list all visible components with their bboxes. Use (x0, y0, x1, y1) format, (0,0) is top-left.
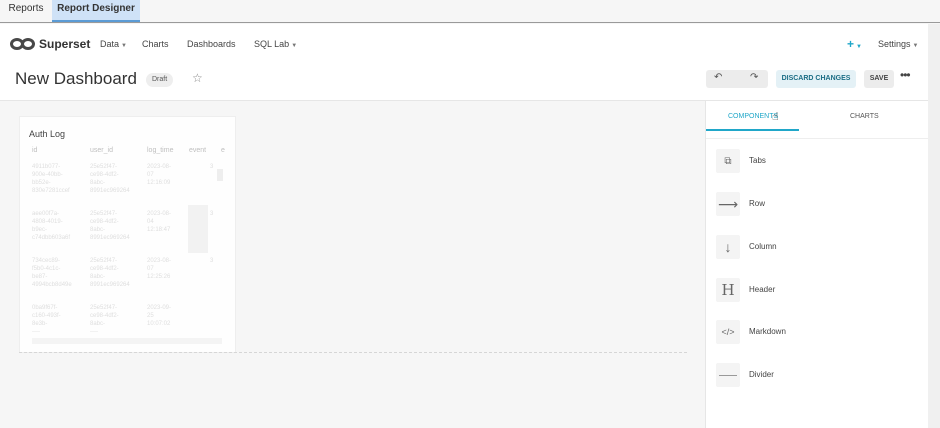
component-label: Row (749, 199, 766, 208)
window-gutter (928, 24, 940, 428)
app-tab-strip: Reports Report Designer (0, 0, 940, 23)
settings-label: Settings (878, 39, 911, 49)
nav-sql-lab-label: SQL Lab (254, 39, 290, 49)
header-h-icon: H (716, 278, 740, 302)
table-cell: 2023-09- 25 10:07:02 (147, 305, 172, 327)
component-tabs[interactable]: ⧉ Tabs (716, 144, 916, 180)
tab-components[interactable]: COMPONENTS (728, 113, 778, 120)
dashboard-title[interactable]: New Dashboard (15, 69, 137, 89)
brand-name: Superset (39, 37, 91, 51)
nav-data[interactable]: Data ▼ (100, 39, 127, 49)
component-column[interactable]: ↓ Column (716, 230, 916, 266)
component-label: Header (749, 285, 776, 294)
tab-reports[interactable]: Reports (0, 0, 52, 22)
table-cell: 2023-08- 07 12:16:09 (147, 164, 172, 186)
component-divider[interactable]: Divider (716, 358, 916, 394)
tab-report-designer[interactable]: Report Designer (52, 0, 140, 22)
chart-title: Auth Log (29, 129, 66, 139)
table-cell: aee00f7a- 4808-4019- b9ec- c74dbb603a6f (32, 211, 71, 241)
code-icon: </> (716, 320, 740, 344)
nav-charts-label: Charts (142, 39, 169, 49)
superset-logo[interactable]: Superset (10, 36, 90, 52)
table-cell: 25e52f47- ce98-4df2- 8abc- ---- (90, 305, 119, 335)
table-cell: 0ba9f67f- c160-493f- 8e3b- ---- (32, 305, 61, 335)
side-panel-tabs: COMPONENTS CHARTS ☝ (706, 101, 929, 139)
active-tab-indicator (706, 129, 799, 131)
table-cell: 2023-08- 07 12:25:26 (147, 258, 172, 280)
component-label: Tabs (749, 156, 766, 165)
column-header-id[interactable]: id (32, 147, 37, 154)
table-cell: 2023-08- 04 12:18:47 (147, 211, 172, 233)
table-cell: 734cec89- f5b0-4c1c- be87- 4994bcb8d49e (32, 258, 72, 288)
component-row[interactable]: ⟶ Row (716, 187, 916, 223)
table-cell: 25e52f47- ce98-4df2- 8abc- 8991ec969264 (90, 258, 130, 288)
chevron-down-icon: ▼ (121, 43, 127, 49)
table-cell: 25e52f47- ce98-4df2- 8abc- 8991ec969264 (90, 164, 130, 194)
builder-side-panel: COMPONENTS CHARTS ☝ ⧉ Tabs ⟶ Row ↓ Colum… (705, 101, 929, 428)
tab-charts[interactable]: CHARTS (850, 113, 879, 120)
column-header-e[interactable]: e (221, 147, 225, 154)
chevron-down-icon: ▼ (856, 44, 862, 50)
component-label: Divider (749, 370, 774, 379)
divider-icon (716, 363, 740, 387)
row-arrow-icon: ⟶ (716, 192, 740, 216)
component-label: Column (749, 242, 777, 251)
column-header-log-time[interactable]: log_time (147, 147, 173, 154)
nav-sql-lab[interactable]: SQL Lab ▼ (254, 39, 297, 49)
chart-card-auth-log[interactable]: Auth Log id user_id log_time event e 491… (19, 116, 236, 353)
component-label: Markdown (749, 327, 786, 336)
component-header[interactable]: H Header (716, 273, 916, 309)
column-header-user-id[interactable]: user_id (90, 147, 113, 154)
nav-dashboards-label: Dashboards (187, 39, 236, 49)
nav-dashboards[interactable]: Dashboards (187, 39, 236, 49)
nav-data-label: Data (100, 39, 120, 49)
vertical-scrollbar[interactable] (217, 169, 223, 181)
star-icon[interactable]: ☆ (192, 71, 203, 85)
plus-icon: + (847, 37, 855, 51)
drop-indicator (19, 352, 687, 353)
pointer-cursor-icon: ☝ (772, 111, 779, 123)
chevron-down-icon: ▼ (912, 43, 919, 49)
dashboard-header: Superset Data ▼ Charts Dashboards SQL Lab… (0, 24, 928, 101)
save-button[interactable]: SAVE (864, 70, 894, 88)
table-cell: 4911b077- 900e-40bb- bb52e- 830e7281ccef (32, 164, 70, 194)
redo-icon[interactable]: ↷ (750, 72, 758, 83)
tabs-icon: ⧉ (716, 149, 740, 173)
table-cell: 3 (210, 164, 214, 170)
more-options-icon[interactable]: ••• (900, 68, 911, 82)
undo-redo-group: ↶ ↷ (706, 70, 768, 88)
new-item-button[interactable]: + ▼ (847, 37, 862, 51)
settings-menu[interactable]: Settings ▼ (878, 39, 918, 49)
chevron-down-icon: ▼ (291, 43, 298, 49)
column-header-event[interactable]: event (189, 147, 206, 154)
table-cell: 25e52f47- ce98-4df2- 8abc- 8991ec969264 (90, 211, 130, 241)
table-cell: 3 (210, 258, 214, 264)
superset-logo-icon (10, 38, 36, 50)
component-markdown[interactable]: </> Markdown (716, 315, 916, 351)
discard-changes-button[interactable]: DISCARD CHANGES (776, 70, 856, 88)
event-column-bar (188, 205, 208, 253)
draft-badge: Draft (146, 73, 174, 87)
table-cell: 3 (210, 211, 214, 217)
dashboard-canvas: Auth Log id user_id log_time event e 491… (0, 101, 705, 428)
nav-charts[interactable]: Charts (142, 39, 169, 49)
horizontal-scrollbar[interactable] (32, 338, 222, 344)
undo-icon[interactable]: ↶ (714, 72, 722, 83)
column-arrow-icon: ↓ (716, 235, 740, 259)
